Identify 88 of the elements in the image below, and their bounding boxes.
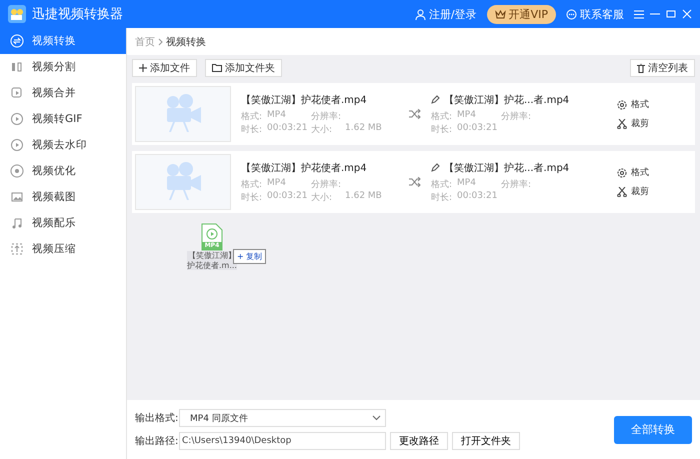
format-button[interactable]: 格式	[617, 98, 649, 111]
plus-icon	[139, 64, 147, 72]
format-dropdown[interactable]: MP4 同原文件	[179, 409, 386, 427]
meta-label: 分辨率:	[501, 178, 532, 190]
meta-value: 1.62 MB	[345, 190, 383, 202]
meta-value: 00:03:21	[457, 122, 498, 134]
gear-icon	[617, 168, 627, 178]
sidebar-item[interactable]: 视频转换	[0, 28, 126, 54]
meta-label: 时长:	[241, 192, 264, 204]
output-file-name: 【笑傲江湖】护花...者.mp4	[444, 94, 570, 106]
output-file-name: 【笑傲江湖】护花...者.mp4	[444, 162, 570, 174]
image-icon	[10, 190, 24, 204]
meta-label: 格式:	[241, 110, 264, 122]
meta-label: 分辨率:	[501, 110, 532, 122]
meta-label: 格式:	[431, 178, 454, 190]
sidebar-item[interactable]: 视频配乐	[0, 210, 126, 236]
file-name: 【笑傲江湖】护花使者.mp4	[241, 94, 368, 106]
maximize-icon[interactable]	[666, 9, 676, 19]
play-icon	[10, 138, 24, 152]
meta-value: 00:03:21	[267, 190, 308, 202]
window-title: 迅捷视频转换器	[32, 6, 123, 23]
meta-label: 时长:	[241, 124, 264, 136]
scissors-icon	[617, 186, 627, 196]
convert-icon	[10, 34, 24, 48]
reel-icon	[10, 164, 24, 178]
gear-icon	[617, 100, 627, 110]
output-format-label: 输出格式:	[135, 412, 175, 425]
meta-label: 格式:	[241, 178, 264, 190]
path-field[interactable]: C:\Users\13940\Desktop	[179, 432, 386, 450]
add-file-button[interactable]: 添加文件	[132, 59, 197, 77]
sidebar-item[interactable]: 视频去水印	[0, 132, 126, 158]
meta-value: MP4	[457, 110, 477, 122]
format-button[interactable]: 格式	[617, 166, 649, 179]
meta-label: 大小:	[311, 192, 334, 204]
chevron-icon	[158, 38, 163, 46]
meta-label: 时长:	[431, 124, 454, 136]
add-folder-button[interactable]: 添加文件夹	[205, 59, 282, 77]
video-file-icon	[200, 223, 223, 251]
output-path-label: 输出路径:	[135, 434, 175, 448]
sidebar-item[interactable]: 视频优化	[0, 158, 126, 184]
breadcrumb-current: 视频转换	[166, 36, 206, 48]
user-icon	[414, 8, 426, 20]
logo-icon	[8, 5, 26, 23]
meta-label: 时长:	[431, 192, 454, 204]
meta-value: 00:03:21	[267, 122, 308, 134]
split-icon	[10, 60, 24, 74]
crown-icon	[494, 10, 506, 18]
meta-label: 格式:	[431, 110, 454, 122]
menu-icon[interactable]	[634, 10, 644, 18]
edit-icon[interactable]	[431, 95, 440, 104]
support-button[interactable]: 联系客服	[562, 6, 628, 22]
merge-icon	[10, 86, 24, 100]
sidebar-item[interactable]: 视频截图	[0, 184, 126, 210]
folder-icon	[212, 64, 222, 72]
close-icon[interactable]	[682, 9, 692, 19]
meta-label: 大小:	[311, 124, 334, 136]
meta-label: 分辨率:	[311, 178, 342, 190]
sidebar-item[interactable]: 视频合并	[0, 80, 126, 106]
vip-button[interactable]: 开通VIP	[486, 4, 556, 24]
edit-icon[interactable]	[431, 163, 440, 172]
meta-value: MP4	[267, 110, 287, 122]
trash-icon	[637, 64, 645, 72]
convert-all-button[interactable]: 全部转换	[614, 416, 692, 444]
play-icon	[10, 112, 24, 126]
file-name: 【笑傲江湖】护花使者.mp4	[241, 162, 368, 174]
scissors-icon	[617, 118, 627, 128]
open-folder-button[interactable]: 打开文件夹	[452, 432, 520, 450]
music-icon	[10, 216, 24, 230]
sidebar-item[interactable]: 视频分割	[0, 54, 126, 80]
chat-icon	[566, 8, 577, 20]
dragged-file-name: 【笑傲江湖】 护花使者.m...	[187, 251, 237, 270]
clear-list-button[interactable]: 清空列表	[630, 59, 695, 77]
sidebar-item[interactable]: 视频压缩	[0, 236, 126, 262]
shuffle-icon	[409, 177, 421, 187]
sidebar-item[interactable]: 视频转GIF	[0, 106, 126, 132]
compress-icon	[10, 242, 24, 256]
trim-button[interactable]: 裁剪	[617, 185, 649, 198]
login-button[interactable]: 注册/登录	[410, 6, 481, 22]
meta-label: 分辨率:	[311, 110, 342, 122]
copy-tooltip: + 复制	[233, 249, 266, 264]
meta-value: 00:03:21	[457, 190, 498, 202]
meta-value: MP4	[457, 178, 477, 190]
change-path-button[interactable]: 更改路径	[390, 432, 448, 450]
shuffle-icon	[409, 109, 421, 119]
chevron-down-icon	[372, 415, 381, 421]
trim-button[interactable]: 裁剪	[617, 117, 649, 130]
meta-value: MP4	[267, 178, 287, 190]
meta-value: 1.62 MB	[345, 122, 383, 134]
